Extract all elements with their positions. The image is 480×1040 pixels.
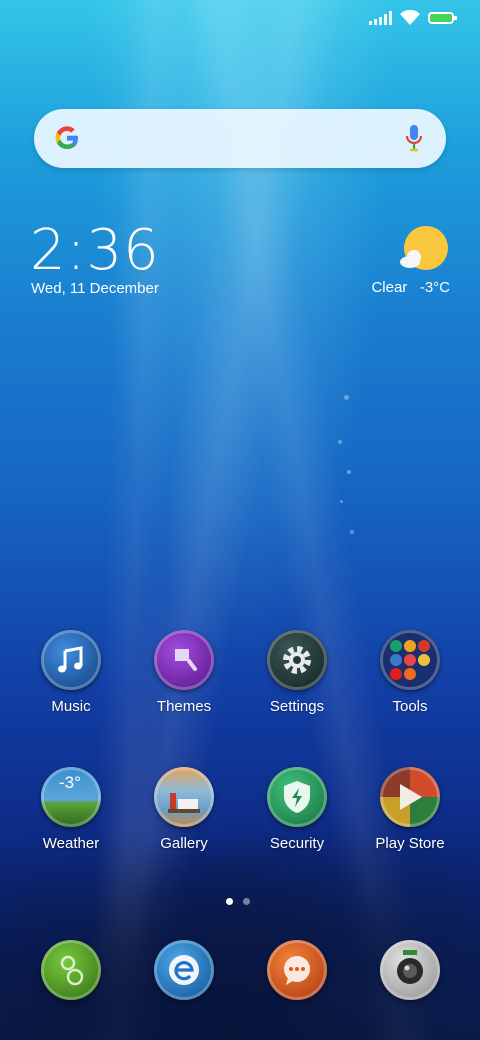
bubble [340,500,343,503]
browser-e-icon [154,940,214,1000]
battery-charging-icon [428,12,457,24]
signal-icon [369,11,392,25]
google-search-bar[interactable] [34,109,446,168]
app-label: Play Store [375,835,445,852]
gear-icon [267,630,327,690]
shield-icon [267,767,327,827]
camera-icon [380,940,440,1000]
app-music[interactable]: Music [16,630,126,715]
app-label: Security [269,835,325,852]
app-settings[interactable]: Settings [242,630,352,715]
page-dot-active[interactable] [226,898,233,905]
app-label: Settings [269,698,325,715]
dock-messages[interactable] [242,940,352,1000]
sun-cloud-icon [400,226,448,270]
app-play-store[interactable]: Play Store [355,767,465,852]
weather-widget[interactable] [398,224,450,279]
music-note-icon [41,630,101,690]
page-dot[interactable] [243,898,250,905]
weather-temperature: -3°C [419,279,450,296]
page-indicator[interactable] [226,898,250,905]
app-weather[interactable]: -3° Weather [16,767,126,852]
app-label: Gallery [160,835,208,852]
wifi-icon [400,10,420,25]
app-label: Tools [392,698,428,715]
folder-tools[interactable]: Tools [355,630,465,715]
app-label: Weather [42,835,100,852]
app-gallery[interactable]: Gallery [129,767,239,852]
weather-icon: -3° [41,767,101,827]
weather-badge: -3° [59,773,81,792]
app-themes[interactable]: Themes [129,630,239,715]
bubble [338,440,342,444]
bubble [350,530,354,534]
google-g-icon [55,126,78,149]
bubble [344,395,349,400]
paintbrush-icon [154,630,214,690]
play-store-icon [380,767,440,827]
app-security[interactable]: Security [242,767,352,852]
bubble [347,470,351,474]
status-bar [369,10,457,26]
mic-icon[interactable] [404,123,424,153]
weather-condition: Clear [371,279,408,296]
folder-icon [380,630,440,690]
dock-phone[interactable] [16,940,126,1000]
gallery-icon [154,767,214,827]
dock-browser[interactable] [129,940,239,1000]
app-label: Themes [156,698,212,715]
clock-time[interactable]: 2:36 [30,218,160,283]
message-bubble-icon [267,940,327,1000]
weather-summary: Clear -3°C [371,279,450,296]
dock-camera[interactable] [355,940,465,1000]
clock-date: Wed, 11 December [31,280,159,297]
phone-icon [41,940,101,1000]
app-label: Music [51,698,91,715]
